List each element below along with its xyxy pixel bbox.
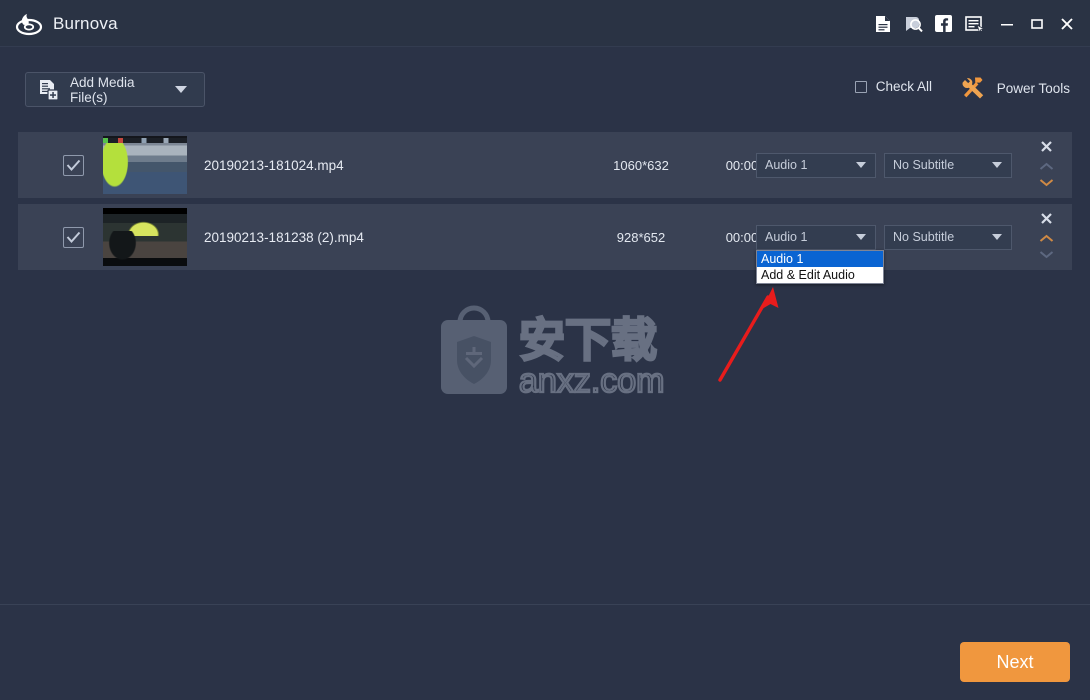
remove-file-icon[interactable]: [1040, 210, 1053, 226]
add-media-label: Add Media File(s): [70, 74, 135, 105]
add-media-file-icon: [39, 79, 59, 101]
bottom-settings-bar: Disc Type BD-25 (25GB) Aspect Ratio: 16:…: [0, 604, 1090, 700]
table-row[interactable]: 20190213-181024.mp4 1060*632 00:00:51 Au…: [18, 132, 1072, 198]
main-toolbar: Add Media File(s) Check All Power Tools: [0, 47, 1090, 132]
window-controls: [868, 0, 1082, 47]
file-resolution: 928*652: [616, 229, 666, 245]
chevron-down-icon[interactable]: [175, 86, 187, 93]
menu-icon[interactable]: [958, 7, 992, 41]
move-down-icon[interactable]: [1039, 246, 1054, 262]
watermark-text-cn: 安下载: [519, 313, 657, 367]
table-row[interactable]: 20190213-181238 (2).mp4 928*652 00:00:42…: [18, 204, 1072, 270]
audio-track-value: Audio 1: [765, 230, 808, 244]
check-all-checkbox[interactable]: [854, 80, 867, 93]
next-button[interactable]: Next: [960, 642, 1070, 682]
row-actions: [1033, 210, 1059, 262]
audio-track-select[interactable]: Audio 1: [756, 224, 876, 250]
video-thumbnail: [103, 208, 187, 266]
dropdown-option-audio-1[interactable]: Audio 1: [757, 251, 883, 267]
subtitle-value: No Subtitle: [893, 158, 955, 172]
app-title: Burnova: [53, 14, 118, 33]
row-actions: [1033, 138, 1059, 190]
video-thumbnail: [103, 136, 187, 194]
file-name: 20190213-181238 (2).mp4: [204, 229, 364, 245]
row-checkbox[interactable]: [63, 154, 84, 176]
red-arrow-annotation: [700, 275, 820, 395]
maximize-icon[interactable]: [1022, 7, 1052, 41]
subtitle-select[interactable]: No Subtitle: [884, 224, 1012, 250]
chevron-down-icon: [856, 234, 866, 240]
power-tools-button[interactable]: Power Tools: [960, 75, 1070, 102]
audio-track-select[interactable]: Audio 1: [756, 152, 876, 178]
chevron-down-icon: [992, 162, 1002, 168]
file-name: 20190213-181024.mp4: [204, 157, 344, 173]
minimize-icon[interactable]: [992, 7, 1022, 41]
burnova-flame-disc-icon: [14, 9, 44, 39]
audio-track-value: Audio 1: [765, 158, 808, 172]
next-label: Next: [996, 651, 1034, 672]
check-all-control[interactable]: Check All: [854, 79, 932, 94]
move-down-icon[interactable]: [1039, 174, 1054, 190]
shopping-bag-shield-icon: [441, 305, 507, 394]
site-watermark: 安下载 anxz.com: [435, 300, 666, 401]
title-bar: Burnova: [0, 0, 1090, 47]
close-icon[interactable]: [1052, 7, 1082, 41]
check-update-icon[interactable]: [898, 7, 928, 41]
check-all-label: Check All: [875, 79, 932, 94]
app-brand: Burnova: [14, 8, 118, 40]
media-file-list: 20190213-181024.mp4 1060*632 00:00:51 Au…: [0, 132, 1090, 276]
chevron-down-icon: [856, 162, 866, 168]
dropdown-option-add-edit-audio[interactable]: Add & Edit Audio: [757, 267, 883, 283]
register-document-icon[interactable]: [868, 7, 898, 41]
audio-track-dropdown[interactable]: Audio 1 Add & Edit Audio: [756, 250, 884, 284]
watermark-text-en: anxz.com: [519, 362, 665, 398]
subtitle-select[interactable]: No Subtitle: [884, 152, 1012, 178]
move-up-icon[interactable]: [1039, 230, 1054, 246]
row-checkbox[interactable]: [63, 226, 84, 248]
move-up-icon[interactable]: [1039, 158, 1054, 174]
add-media-button[interactable]: Add Media File(s): [25, 72, 205, 107]
remove-file-icon[interactable]: [1040, 138, 1053, 154]
chevron-down-icon: [992, 234, 1002, 240]
burnova-window: Burnova Add Media File(s) Check All Powe…: [0, 0, 1090, 700]
facebook-icon[interactable]: [928, 7, 958, 41]
power-tools-icon: [960, 75, 985, 102]
subtitle-value: No Subtitle: [893, 230, 955, 244]
file-resolution: 1060*632: [613, 157, 669, 173]
power-tools-label: Power Tools: [996, 81, 1070, 96]
